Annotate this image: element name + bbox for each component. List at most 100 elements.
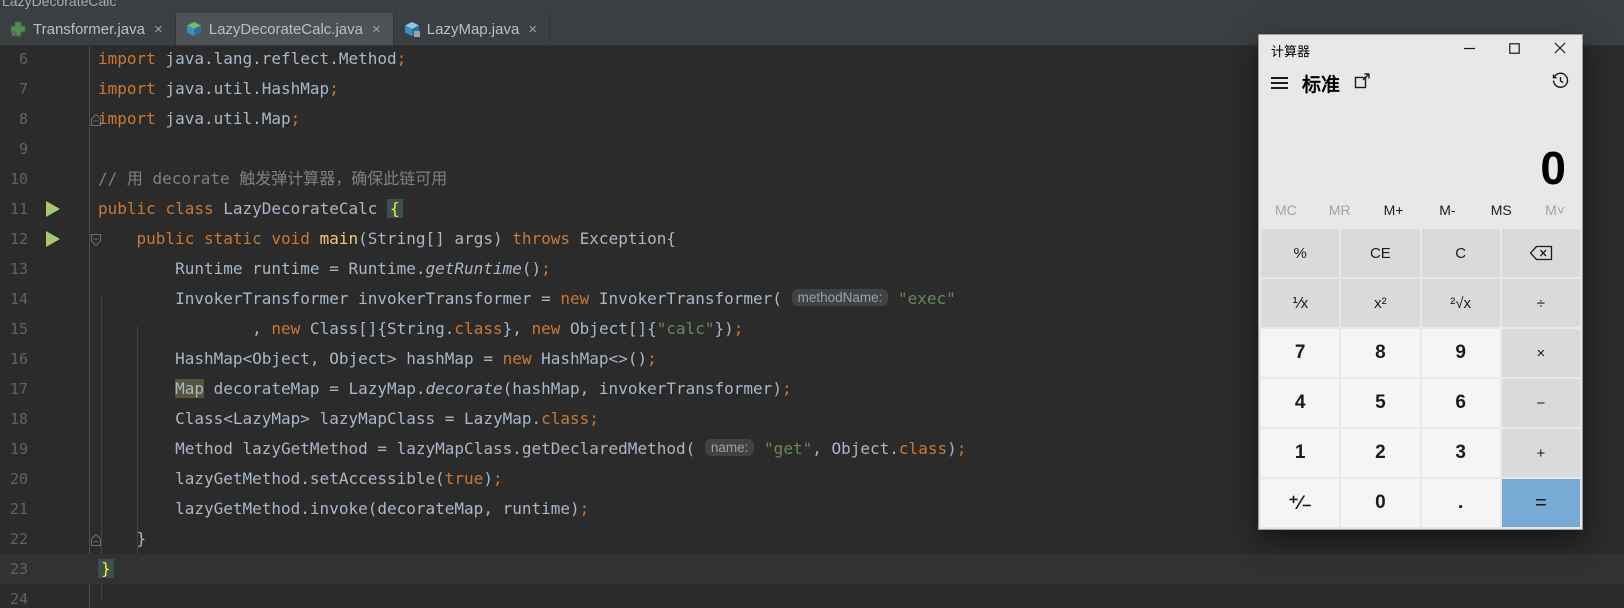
memory-recall-button[interactable]: MR bbox=[1313, 202, 1367, 218]
equals-button[interactable]: = bbox=[1501, 479, 1580, 527]
calculator-keypad: % CE C ⅟x x² ²√x ÷ 7 8 9 × 4 5 6− 1 2 3 + ⁺⁄₋ 0. = bbox=[1259, 227, 1582, 529]
line-number: 19 bbox=[9, 440, 28, 458]
digit-0-button[interactable]: 0 bbox=[1341, 479, 1420, 527]
code-text: Method lazyGetMethod = lazyMapClass.getD… bbox=[98, 439, 967, 458]
line-number: 13 bbox=[9, 260, 28, 278]
memory-subtract-button[interactable]: M- bbox=[1420, 202, 1474, 218]
code-text: import java.lang.reflect.Method; bbox=[98, 49, 407, 68]
calculator-window: 计算器 标准 0 MC MR M+ M- MS M˅ % CE C ⅟x x² ²√x ÷ 7 8 9 × 4 5… bbox=[1258, 34, 1583, 530]
line-number: 11 bbox=[9, 200, 28, 218]
line-number: 7 bbox=[18, 80, 28, 98]
close-button[interactable] bbox=[1537, 35, 1582, 65]
digit-3-button[interactable]: 3 bbox=[1421, 429, 1500, 477]
code-text: Map decorateMap = LazyMap.decorate(hashM… bbox=[175, 379, 792, 398]
line-number: 16 bbox=[9, 350, 28, 368]
tab-close-icon[interactable]: × bbox=[154, 21, 163, 38]
digit-4-button[interactable]: 4 bbox=[1261, 379, 1340, 427]
digit-8-button[interactable]: 8 bbox=[1341, 329, 1420, 377]
line-number: 18 bbox=[9, 410, 28, 428]
screen: LazyDecorateCalc Transformer.java × LazyDe… bbox=[0, 0, 1624, 608]
digit-6-button[interactable]: 6 bbox=[1421, 379, 1500, 427]
class-cube-badge-icon bbox=[404, 21, 420, 37]
memory-button-row: MC MR M+ M- MS M˅ bbox=[1259, 193, 1582, 227]
memory-store-button[interactable]: MS bbox=[1474, 202, 1528, 218]
calculator-titlebar[interactable]: 计算器 bbox=[1259, 35, 1582, 65]
history-icon[interactable] bbox=[1551, 71, 1570, 95]
minimize-button[interactable] bbox=[1447, 35, 1492, 65]
code-text: import java.util.HashMap; bbox=[98, 79, 339, 98]
reciprocal-button[interactable]: ⅟x bbox=[1261, 279, 1340, 327]
code-line-24[interactable]: 24 bbox=[0, 584, 1624, 608]
line-number: 23 bbox=[9, 560, 28, 578]
digit-1-button[interactable]: 1 bbox=[1261, 429, 1340, 477]
code-text: } bbox=[98, 554, 114, 584]
digit-9-button[interactable]: 9 bbox=[1421, 329, 1500, 377]
code-text: // 用 decorate 触发弹计算器，确保此链可用 bbox=[98, 169, 448, 188]
minimize-icon bbox=[1464, 41, 1475, 59]
digit-7-button[interactable]: 7 bbox=[1261, 329, 1340, 377]
memory-flyout-button[interactable]: M˅ bbox=[1528, 202, 1582, 218]
calculator-display: 0 bbox=[1259, 101, 1582, 193]
interface-icon bbox=[10, 21, 26, 37]
tab-close-icon[interactable]: × bbox=[372, 21, 381, 38]
code-text: Runtime runtime = Runtime.getRuntime(); bbox=[98, 259, 551, 278]
clear-button[interactable]: C bbox=[1421, 229, 1500, 277]
tab-lazydecoratecalc-java[interactable]: LazyDecorateCalc.java × bbox=[175, 13, 394, 45]
code-text: public static void main(String[] args) t… bbox=[136, 229, 676, 248]
line-number: 8 bbox=[18, 110, 28, 128]
minus-button[interactable]: − bbox=[1501, 379, 1580, 427]
code-text: , new Class[]{String.class}, new Object[… bbox=[98, 319, 744, 338]
code-text: } bbox=[98, 529, 147, 548]
line-number: 15 bbox=[9, 320, 28, 338]
close-icon bbox=[1554, 41, 1566, 59]
run-arrow-icon[interactable] bbox=[46, 201, 60, 217]
code-text: public class LazyDecorateCalc { bbox=[98, 194, 403, 224]
code-text: InvokerTransformer invokerTransformer = … bbox=[98, 289, 956, 308]
line-number: 22 bbox=[9, 530, 28, 548]
calculator-display-value: 0 bbox=[1540, 142, 1566, 194]
decimal-button[interactable]: . bbox=[1421, 479, 1500, 527]
code-text: import java.util.Map; bbox=[98, 109, 301, 128]
line-number: 24 bbox=[9, 590, 28, 608]
clear-entry-button[interactable]: CE bbox=[1341, 229, 1420, 277]
digit-5-button[interactable]: 5 bbox=[1341, 379, 1420, 427]
negate-button[interactable]: ⁺⁄₋ bbox=[1261, 479, 1340, 527]
code-text: Class<LazyMap> lazyMapClass = LazyMap.cl… bbox=[98, 409, 599, 428]
line-number: 20 bbox=[9, 470, 28, 488]
calculator-mode-label: 标准 bbox=[1302, 74, 1341, 96]
window-title-strip: LazyDecorateCalc bbox=[0, 0, 1624, 13]
line-number: 17 bbox=[9, 380, 28, 398]
run-arrow-icon[interactable] bbox=[46, 231, 60, 247]
tab-label: Transformer.java bbox=[33, 20, 145, 38]
line-number: 14 bbox=[9, 290, 28, 308]
line-number: 12 bbox=[9, 230, 28, 248]
line-number: 6 bbox=[18, 50, 28, 68]
plus-button[interactable]: + bbox=[1501, 429, 1580, 477]
memory-clear-button[interactable]: MC bbox=[1259, 202, 1313, 218]
memory-add-button[interactable]: M+ bbox=[1367, 202, 1421, 218]
percent-button[interactable]: % bbox=[1261, 229, 1340, 277]
class-cube-icon bbox=[186, 21, 202, 37]
tab-transformer-java[interactable]: Transformer.java × bbox=[0, 13, 176, 45]
divide-button[interactable]: ÷ bbox=[1501, 279, 1580, 327]
backspace-button[interactable] bbox=[1501, 229, 1580, 277]
maximize-button[interactable] bbox=[1492, 35, 1537, 65]
digit-2-button[interactable]: 2 bbox=[1341, 429, 1420, 477]
line-number: 10 bbox=[9, 170, 28, 188]
code-line-23[interactable]: 23} bbox=[0, 554, 1624, 584]
tab-close-icon[interactable]: × bbox=[528, 21, 537, 38]
multiply-button[interactable]: × bbox=[1501, 329, 1580, 377]
keep-on-top-icon[interactable] bbox=[1354, 72, 1371, 94]
calculator-nav: 标准 bbox=[1259, 65, 1582, 101]
menu-icon[interactable] bbox=[1271, 74, 1288, 92]
square-root-button[interactable]: ²√x bbox=[1421, 279, 1500, 327]
line-number: 21 bbox=[9, 500, 28, 518]
code-text: lazyGetMethod.setAccessible(true); bbox=[98, 469, 503, 488]
square-button[interactable]: x² bbox=[1341, 279, 1420, 327]
maximize-icon bbox=[1509, 41, 1520, 59]
tab-lazymap-java[interactable]: LazyMap.java × bbox=[394, 13, 551, 45]
breadcrumb: LazyDecorateCalc bbox=[2, 0, 117, 9]
code-text: HashMap<Object, Object> hashMap = new Ha… bbox=[98, 349, 657, 368]
tab-label: LazyDecorateCalc.java bbox=[208, 20, 363, 38]
calculator-title: 计算器 bbox=[1271, 43, 1311, 59]
